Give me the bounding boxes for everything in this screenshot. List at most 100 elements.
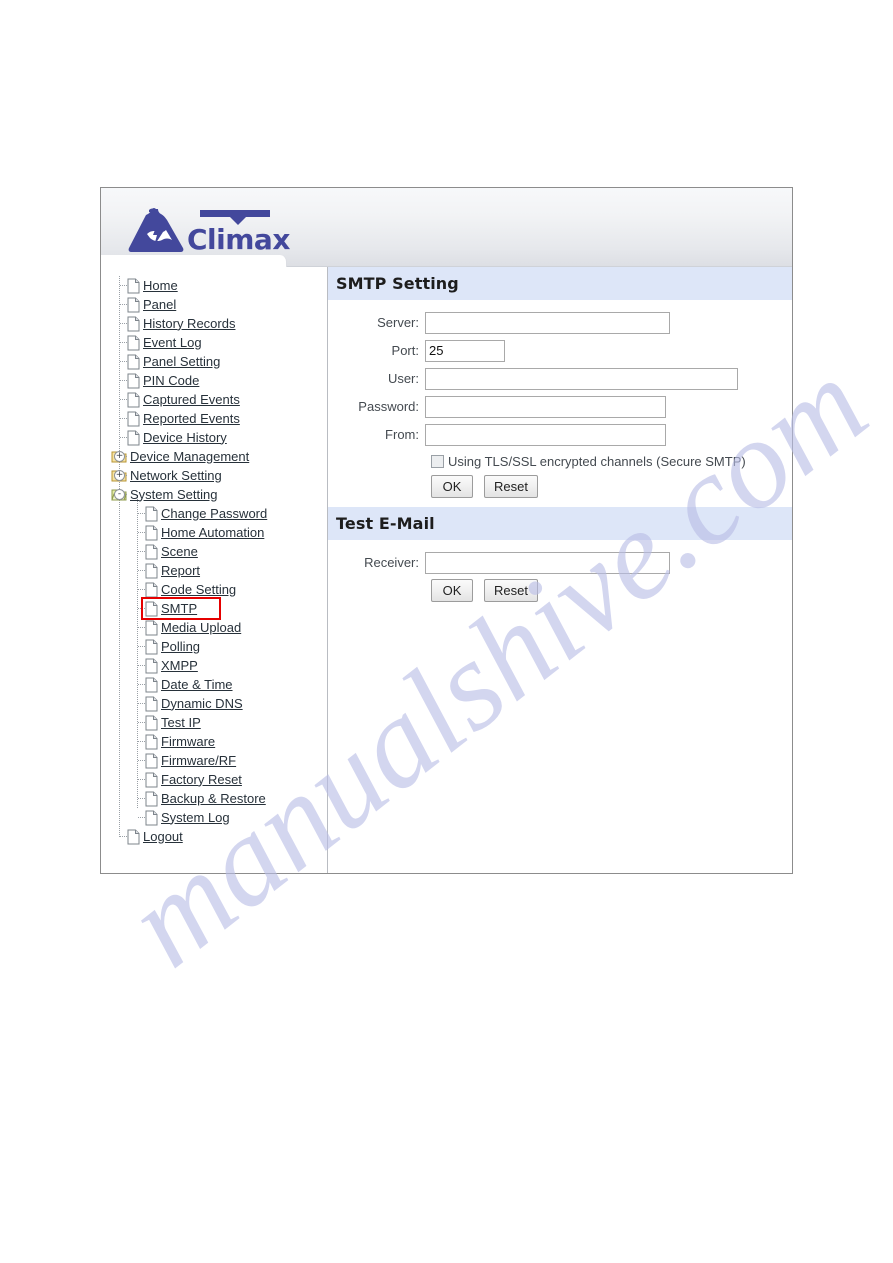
- tree-connector: [138, 589, 145, 590]
- sidebar-item-report[interactable]: Report: [109, 561, 327, 580]
- sidebar-item-media-upload[interactable]: Media Upload: [109, 618, 327, 637]
- brand-bar-accent: [200, 210, 270, 225]
- sidebar-item-label[interactable]: System Setting: [130, 487, 217, 503]
- expand-icon[interactable]: +: [114, 470, 125, 481]
- page-icon: [145, 544, 158, 559]
- sidebar-item-label[interactable]: Firmware/RF: [161, 753, 236, 769]
- sidebar-item-label[interactable]: Factory Reset: [161, 772, 242, 788]
- sidebar-item-reported-events[interactable]: Reported Events: [109, 409, 327, 428]
- sidebar-item-label[interactable]: Media Upload: [161, 620, 241, 636]
- sidebar-item-label[interactable]: Captured Events: [143, 392, 240, 408]
- sidebar-item-label[interactable]: System Log: [161, 810, 230, 826]
- page-icon: [127, 411, 140, 426]
- sidebar-item-label[interactable]: Dynamic DNS: [161, 696, 243, 712]
- sidebar-item-history-records[interactable]: History Records: [109, 314, 327, 333]
- tree-connector: [138, 532, 145, 533]
- sidebar-item-dynamic-dns[interactable]: Dynamic DNS: [109, 694, 327, 713]
- sidebar-item-label[interactable]: Date & Time: [161, 677, 233, 693]
- sidebar-item-system-setting[interactable]: - System Setting: [109, 485, 327, 504]
- sidebar-item-label[interactable]: Scene: [161, 544, 198, 560]
- collapse-icon[interactable]: -: [114, 489, 125, 500]
- sidebar-item-label[interactable]: PIN Code: [143, 373, 199, 389]
- sidebar-item-label[interactable]: Network Setting: [130, 468, 222, 484]
- smtp-ok-button[interactable]: OK: [431, 475, 473, 498]
- page-icon: [145, 677, 158, 692]
- sidebar-item-logout[interactable]: Logout: [109, 827, 327, 846]
- page-icon: [145, 696, 161, 712]
- from-input[interactable]: [425, 423, 666, 446]
- page-icon: [127, 335, 140, 350]
- sidebar-item-network-setting[interactable]: + Network Setting: [109, 466, 327, 485]
- sidebar-item-home-automation[interactable]: Home Automation: [109, 523, 327, 542]
- sidebar-item-label[interactable]: Home: [143, 278, 178, 294]
- sidebar-item-label[interactable]: XMPP: [161, 658, 198, 674]
- sidebar-item-test-ip[interactable]: Test IP: [109, 713, 327, 732]
- sidebar-item-xmpp[interactable]: XMPP: [109, 656, 327, 675]
- sidebar-item-scene[interactable]: Scene: [109, 542, 327, 561]
- sidebar-item-label[interactable]: Device History: [143, 430, 227, 446]
- tls-checkbox-label: Using TLS/SSL encrypted channels (Secure…: [448, 453, 746, 469]
- tree-connector: [120, 285, 127, 286]
- sidebar-item-label[interactable]: Home Automation: [161, 525, 264, 541]
- sidebar-item-firmware[interactable]: Firmware: [109, 732, 327, 751]
- sidebar-item-label[interactable]: Panel Setting: [143, 354, 220, 370]
- test-email-reset-button[interactable]: Reset: [484, 579, 538, 602]
- tree-connector: [138, 684, 145, 685]
- sidebar-item-smtp[interactable]: SMTP: [109, 599, 327, 618]
- tls-checkbox[interactable]: [431, 454, 444, 468]
- sidebar-item-pin-code[interactable]: PIN Code: [109, 371, 327, 390]
- sidebar-item-label[interactable]: Device Management: [130, 449, 249, 465]
- sidebar-item-label[interactable]: Firmware: [161, 734, 215, 750]
- sidebar-item-panel-setting[interactable]: Panel Setting: [109, 352, 327, 371]
- sidebar-item-captured-events[interactable]: Captured Events: [109, 390, 327, 409]
- page-icon: [127, 373, 143, 389]
- sidebar-item-label[interactable]: Logout: [143, 829, 183, 845]
- page-icon: [145, 772, 161, 788]
- expand-icon[interactable]: +: [114, 451, 125, 462]
- sidebar-item-event-log[interactable]: Event Log: [109, 333, 327, 352]
- from-label: From:: [385, 427, 419, 442]
- password-input[interactable]: [425, 395, 666, 418]
- field-row-port: Port:: [328, 339, 792, 362]
- sidebar-item-home[interactable]: Home: [109, 276, 327, 295]
- sidebar-item-firmware-rf[interactable]: Firmware/RF: [109, 751, 327, 770]
- sidebar-item-label[interactable]: Report: [161, 563, 200, 579]
- sidebar-item-device-history[interactable]: Device History: [109, 428, 327, 447]
- sidebar-item-label[interactable]: Code Setting: [161, 582, 236, 598]
- sidebar-item-system-log[interactable]: System Log: [109, 808, 327, 827]
- tree-connector: [138, 779, 145, 780]
- sidebar-item-factory-reset[interactable]: Factory Reset: [109, 770, 327, 789]
- receiver-input[interactable]: [425, 551, 670, 574]
- smtp-reset-button[interactable]: Reset: [484, 475, 538, 498]
- sidebar-item-backup-restore[interactable]: Backup & Restore: [109, 789, 327, 808]
- sidebar-item-code-setting[interactable]: Code Setting: [109, 580, 327, 599]
- tree-connector: [120, 342, 127, 343]
- user-input[interactable]: [425, 367, 738, 390]
- tree-connector: [138, 703, 145, 704]
- port-input[interactable]: [425, 339, 505, 362]
- page-icon: [145, 677, 161, 693]
- page-icon: [145, 563, 161, 579]
- page-icon: [127, 297, 140, 312]
- sidebar-item-label[interactable]: Event Log: [143, 335, 202, 351]
- sidebar-item-label[interactable]: Test IP: [161, 715, 201, 731]
- sidebar-item-change-password[interactable]: Change Password: [109, 504, 327, 523]
- page-icon: [145, 525, 161, 541]
- brand-logo[interactable]: Climax: [127, 204, 290, 256]
- sidebar-item-date-time[interactable]: Date & Time: [109, 675, 327, 694]
- sidebar-item-label[interactable]: Change Password: [161, 506, 267, 522]
- tree-connector: [138, 513, 145, 514]
- sidebar-item-device-management[interactable]: + Device Management: [109, 447, 327, 466]
- page-icon: [145, 734, 161, 750]
- sidebar-item-label[interactable]: Panel: [143, 297, 176, 313]
- sidebar-item-label[interactable]: History Records: [143, 316, 235, 332]
- sidebar-item-label[interactable]: SMTP: [161, 601, 197, 617]
- sidebar-item-panel[interactable]: Panel: [109, 295, 327, 314]
- sidebar-item-polling[interactable]: Polling: [109, 637, 327, 656]
- sidebar-item-label[interactable]: Backup & Restore: [161, 791, 266, 807]
- sidebar-item-label[interactable]: Polling: [161, 639, 200, 655]
- app-header: Climax: [101, 188, 792, 267]
- sidebar-item-label[interactable]: Reported Events: [143, 411, 240, 427]
- test-email-ok-button[interactable]: OK: [431, 579, 473, 602]
- server-input[interactable]: [425, 311, 670, 334]
